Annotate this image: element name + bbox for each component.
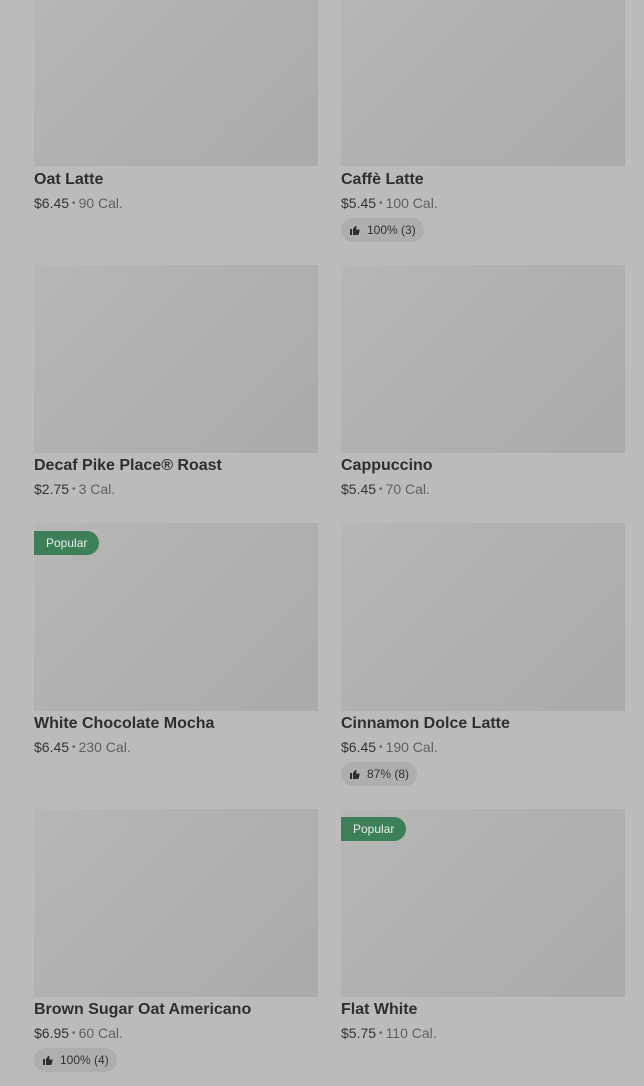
separator-dot: • [379, 1028, 383, 1039]
product-calories: 100 Cal. [385, 195, 438, 211]
menu-item-info[interactable]: White Chocolate Mocha $6.45 • 230 Cal. [34, 710, 318, 800]
thumbs-up-icon [350, 770, 360, 779]
product-image[interactable] [341, 0, 625, 166]
product-price: $6.45 [34, 739, 70, 755]
thumbs-up-icon [350, 226, 360, 235]
product-meta: $6.45 • 90 Cal. [34, 195, 123, 211]
menu-item-info[interactable]: Brown Sugar Oat Americano $6.95 • 60 Cal. … [34, 996, 318, 1086]
product-meta: $6.45 • 230 Cal. [34, 739, 131, 755]
popular-badge: Popular [34, 531, 100, 555]
thumbs-up-icon [43, 1056, 53, 1065]
rating-chip: 100% (3) [341, 218, 424, 242]
product-meta: $5.75 • 110 Cal. [341, 1025, 437, 1041]
menu-item-info[interactable]: Cinnamon Dolce Latte $6.45 • 190 Cal. 87% … [341, 710, 625, 800]
product-price: $2.75 [34, 481, 70, 497]
product-name[interactable]: Caffè Latte [341, 171, 424, 189]
menu-grid: Oat Latte $6.45 • 90 Cal. Caffè Latte $5.4… [0, 0, 644, 1086]
product-price: $6.45 [34, 195, 70, 211]
product-price: $5.75 [341, 1025, 377, 1041]
product-image[interactable] [34, 809, 318, 997]
product-calories: 3 Cal. [78, 481, 116, 497]
separator-dot: • [379, 484, 383, 495]
separator-dot: • [379, 742, 383, 753]
menu-item-info[interactable]: Flat White $5.75 • 110 Cal. [341, 996, 625, 1086]
product-name[interactable]: White Chocolate Mocha [34, 715, 214, 733]
product-meta: $6.45 • 190 Cal. [341, 739, 438, 755]
product-calories: 60 Cal. [78, 1025, 123, 1041]
product-name[interactable]: Oat Latte [34, 171, 103, 189]
rating-text: 100% (4) [60, 1053, 109, 1067]
product-calories: 190 Cal. [385, 739, 438, 755]
product-name[interactable]: Cinnamon Dolce Latte [341, 715, 510, 733]
menu-item-info[interactable]: Oat Latte $6.45 • 90 Cal. [34, 166, 318, 256]
rating-chip: 100% (4) [34, 1048, 117, 1072]
popular-badge: Popular [341, 817, 407, 841]
separator-dot: • [72, 198, 76, 209]
product-calories: 230 Cal. [78, 739, 131, 755]
product-calories: 90 Cal. [78, 195, 123, 211]
product-name[interactable]: Decaf Pike Place® Roast [34, 457, 222, 475]
product-meta: $5.45 • 100 Cal. [341, 195, 438, 211]
product-calories: 110 Cal. [385, 1025, 437, 1041]
menu-item-info[interactable]: Caffè Latte $5.45 • 100 Cal. 100% (3) [341, 166, 625, 256]
product-meta: $5.45 • 70 Cal. [341, 481, 430, 497]
product-price: $6.95 [34, 1025, 70, 1041]
product-price: $5.45 [341, 481, 377, 497]
product-name[interactable]: Brown Sugar Oat Americano [34, 1001, 251, 1019]
product-image[interactable] [341, 265, 625, 453]
product-meta: $6.95 • 60 Cal. [34, 1025, 123, 1041]
product-name[interactable]: Flat White [341, 1001, 417, 1019]
rating-text: 87% (8) [367, 767, 410, 781]
product-meta: $2.75 • 3 Cal. [34, 481, 115, 497]
rating-text: 100% (3) [367, 223, 416, 237]
product-image[interactable] [34, 0, 318, 166]
separator-dot: • [72, 742, 76, 753]
product-image[interactable] [34, 265, 318, 453]
separator-dot: • [72, 1028, 76, 1039]
product-image[interactable] [341, 523, 625, 711]
product-price: $5.45 [341, 195, 377, 211]
product-price: $6.45 [341, 739, 377, 755]
rating-chip: 87% (8) [341, 762, 418, 786]
product-name[interactable]: Cappuccino [341, 457, 433, 475]
product-calories: 70 Cal. [385, 481, 430, 497]
separator-dot: • [379, 198, 383, 209]
separator-dot: • [72, 484, 76, 495]
